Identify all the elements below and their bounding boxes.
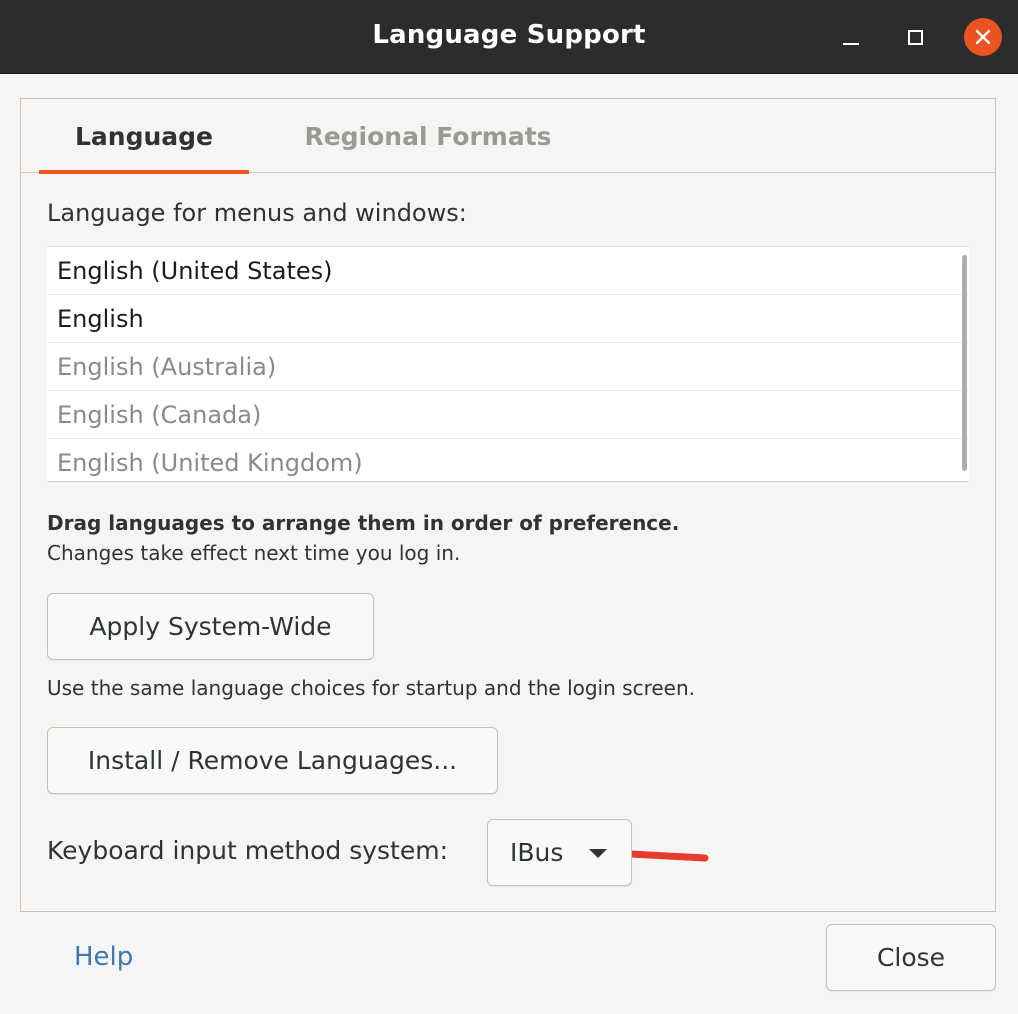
list-item[interactable]: English xyxy=(47,295,969,343)
caret-down-icon xyxy=(589,849,607,858)
apply-system-wide-button[interactable]: Apply System-Wide xyxy=(47,593,374,660)
effect-hint: Changes take effect next time you log in… xyxy=(47,541,461,565)
maximize-icon xyxy=(907,29,923,45)
language-list-label: Language for menus and windows: xyxy=(47,199,467,227)
list-item[interactable]: English (Australia) xyxy=(47,343,969,391)
list-item[interactable]: English (United Kingdom) xyxy=(47,439,969,481)
minimize-icon xyxy=(843,43,859,45)
language-list[interactable]: English (United States) English English … xyxy=(47,246,969,482)
maximize-button[interactable] xyxy=(896,18,934,56)
close-window-button[interactable] xyxy=(964,18,1002,56)
minimize-button[interactable] xyxy=(832,18,870,56)
apply-description: Use the same language choices for startu… xyxy=(47,676,695,700)
tab-regional-formats[interactable]: Regional Formats xyxy=(283,99,573,173)
tab-language[interactable]: Language xyxy=(39,99,249,174)
close-icon xyxy=(975,29,991,45)
keyboard-input-value: IBus xyxy=(510,838,564,867)
keyboard-input-label: Keyboard input method system: xyxy=(47,836,449,865)
list-scrollbar[interactable] xyxy=(962,255,967,471)
title-bar: Language Support xyxy=(0,0,1018,74)
list-item[interactable]: English (United States) xyxy=(47,247,969,295)
tab-bar: Language Regional Formats xyxy=(21,99,995,174)
close-button[interactable]: Close xyxy=(826,924,996,991)
list-item[interactable]: English (Canada) xyxy=(47,391,969,439)
install-remove-languages-button[interactable]: Install / Remove Languages... xyxy=(47,727,498,794)
content-frame: Language Regional Formats Language for m… xyxy=(20,98,996,912)
keyboard-input-select[interactable]: IBus xyxy=(487,819,632,886)
help-link[interactable]: Help xyxy=(74,942,133,972)
drag-hint: Drag languages to arrange them in order … xyxy=(47,511,680,535)
